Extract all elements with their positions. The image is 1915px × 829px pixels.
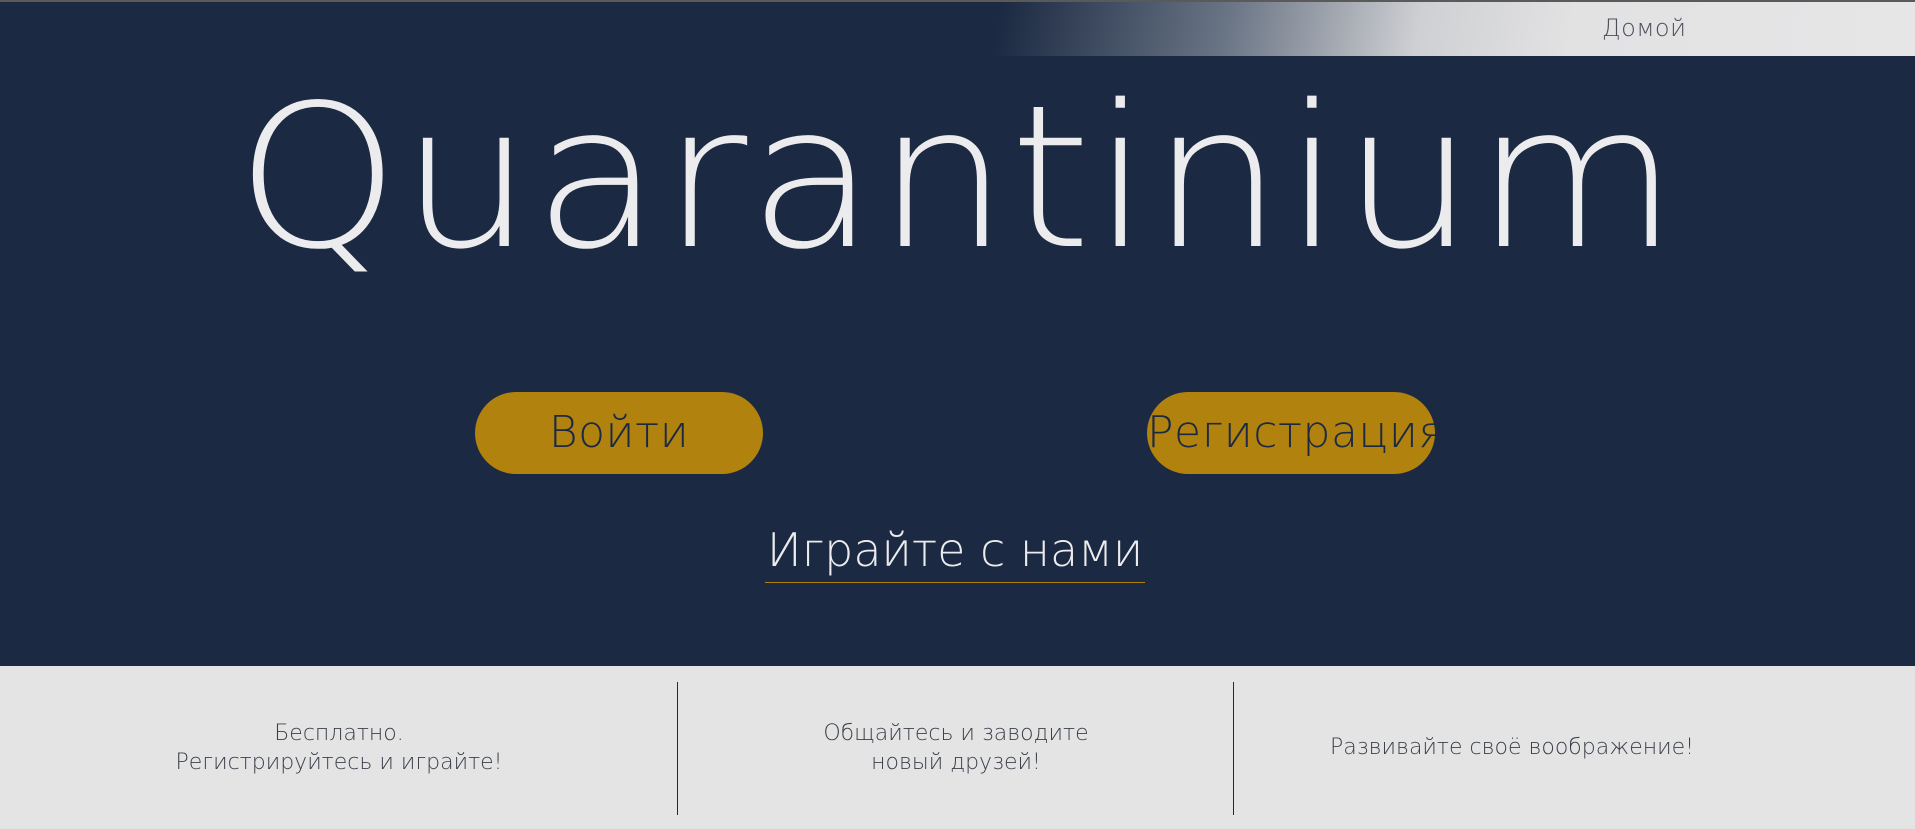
feature-free-line1: Бесплатно. xyxy=(274,720,404,746)
site-title: Quarantinium xyxy=(235,62,1680,293)
feature-imagination-line1: Развивайте своё воображение! xyxy=(1330,735,1694,760)
features-section: Бесплатно. Регистрируйтесь и играйте! Об… xyxy=(0,666,1915,829)
feature-communicate-line1: Общайтесь и заводите xyxy=(823,720,1089,746)
feature-communicate-line2: новый друзей! xyxy=(871,749,1041,775)
login-button[interactable]: Войти xyxy=(475,392,763,474)
feature-free: Бесплатно. Регистрируйтесь и играйте! xyxy=(0,666,678,829)
feature-free-line2: Регистрируйтесь и играйте! xyxy=(175,749,503,775)
feature-divider xyxy=(677,682,678,815)
play-with-us-link[interactable]: Играйте с нами xyxy=(765,520,1145,583)
nav-home-link[interactable]: Домой xyxy=(1602,14,1686,42)
feature-communicate: Общайтесь и заводите новый друзей! xyxy=(678,666,1234,829)
hero-section: Домой Quarantinium Войти Регистрация Игр… xyxy=(0,0,1915,666)
feature-imagination: Развивайте своё воображение! xyxy=(1234,666,1790,829)
register-button[interactable]: Регистрация xyxy=(1147,392,1444,474)
top-nav-bar: Домой xyxy=(0,2,1915,56)
top-border-line xyxy=(0,0,1915,2)
feature-divider xyxy=(1233,682,1234,815)
